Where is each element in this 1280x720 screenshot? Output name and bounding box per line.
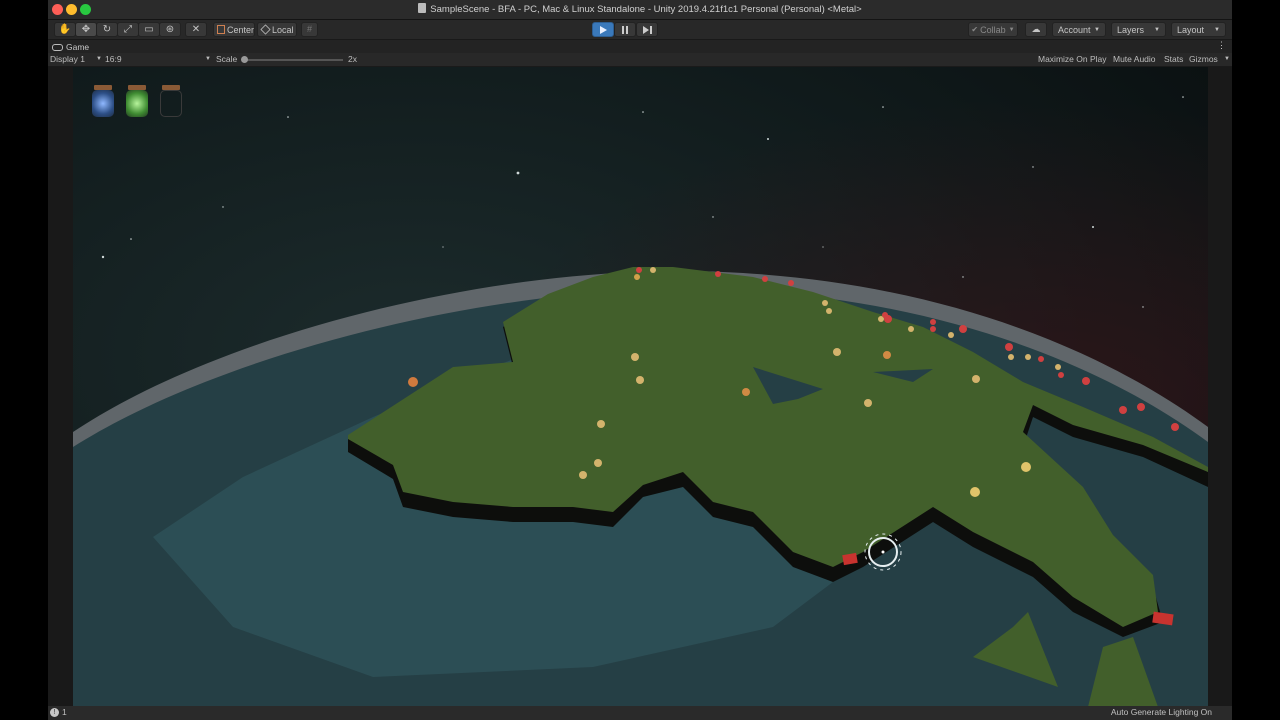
game-control-bar: Display 1 ▼ 16:9 ▼ Scale 2x Maximize On Pl… [48, 53, 1232, 67]
scale-slider-track[interactable] [243, 59, 343, 61]
layout-dropdown[interactable]: Layout ▼ [1171, 22, 1226, 37]
custom-tool-icon: ✕ [191, 23, 201, 35]
blue-jar-icon[interactable] [92, 85, 114, 117]
pause-icon [622, 25, 628, 34]
pivot-local-button[interactable]: Local [257, 22, 297, 37]
move-icon: ✥ [81, 23, 91, 35]
title-bar: SampleScene - BFA - PC, Mac & Linux Stan… [48, 0, 1232, 20]
grid-snap-button[interactable]: # [301, 22, 318, 37]
console-count: 1 [62, 707, 67, 717]
play-icon [600, 25, 607, 34]
hand-tool-button[interactable]: ✋ [54, 22, 76, 37]
pivot-label: Center [226, 24, 254, 35]
account-label: Account [1058, 24, 1091, 35]
layout-label: Layout [1177, 24, 1205, 35]
display-dropdown[interactable]: Display 1 ▼ [50, 54, 102, 64]
hand-icon: ✋ [58, 23, 72, 35]
aspect-label: 16:9 [105, 54, 122, 64]
rect-icon: ▭ [144, 23, 154, 35]
tab-game[interactable]: Game [52, 41, 89, 53]
layers-dropdown[interactable]: Layers ▼ [1111, 22, 1166, 37]
chevron-down-icon: ▼ [1008, 26, 1015, 33]
main-toolbar: ✋ ✥ ↻ ⤢ ▭ ⊛ ✕ Center Local # ✔ Collab ▼ ☁ … [48, 20, 1232, 39]
layers-label: Layers [1117, 24, 1145, 35]
space-label: Local [272, 24, 294, 35]
step-button[interactable] [636, 22, 658, 37]
window-title-container: SampleScene - BFA - PC, Mac & Linux Stan… [48, 3, 1232, 15]
tab-menu-icon[interactable]: ⋮ [1217, 40, 1226, 51]
display-label: Display 1 [50, 54, 85, 64]
mute-audio-toggle[interactable]: Mute Audio [1113, 54, 1156, 64]
scale-slider-handle[interactable] [241, 56, 248, 63]
green-jar-icon[interactable] [126, 85, 148, 117]
account-dropdown[interactable]: Account ▼ [1052, 22, 1106, 37]
custom-tool-button[interactable]: ✕ [185, 22, 207, 37]
gizmos-chevron-down-icon[interactable]: ▼ [1224, 56, 1230, 62]
auto-lighting-status[interactable]: Auto Generate Lighting On [1111, 707, 1212, 717]
pivot-center-button[interactable]: Center [213, 22, 255, 37]
rotate-tool-button[interactable]: ↻ [96, 22, 118, 37]
status-bar: ! 1 Auto Generate Lighting On [48, 706, 1232, 720]
cloud-icon: ☁ [1031, 24, 1041, 34]
scale-label: Scale [216, 54, 238, 64]
gizmos-toggle[interactable]: Gizmos [1189, 54, 1218, 64]
move-tool-button[interactable]: ✥ [75, 22, 97, 37]
scale-icon: ⤢ [124, 23, 132, 35]
step-icon [642, 25, 652, 34]
chevron-down-icon: ▼ [205, 56, 211, 62]
game-controller-icon [52, 43, 63, 51]
info-icon[interactable]: ! [50, 708, 59, 717]
scale-value: 2x [348, 54, 357, 64]
document-icon [418, 3, 427, 13]
stats-toggle[interactable]: Stats [1164, 54, 1183, 64]
chevron-down-icon: ▼ [96, 56, 102, 62]
collab-label: Collab [980, 24, 1006, 35]
local-cube-icon [260, 24, 271, 35]
rotate-icon: ↻ [102, 23, 112, 35]
transform-icon: ⊛ [165, 23, 175, 35]
center-pivot-icon [217, 25, 225, 34]
chevron-down-icon: ▼ [1094, 26, 1100, 33]
chevron-down-icon: ▼ [1154, 26, 1160, 33]
game-viewport[interactable] [73, 67, 1208, 707]
pause-button[interactable] [614, 22, 636, 37]
aspect-dropdown[interactable]: 16:9 ▼ [105, 54, 211, 64]
game-scene [73, 67, 1208, 707]
maximize-on-play-toggle[interactable]: Maximize On Play [1038, 54, 1107, 64]
game-tab-bar: Game ⋮ [48, 40, 1232, 53]
empty-jar-icon[interactable] [160, 85, 182, 117]
game-tab-label: Game [66, 42, 90, 52]
unity-editor-window: SampleScene - BFA - PC, Mac & Linux Stan… [48, 0, 1232, 720]
transform-tool-button[interactable]: ⊛ [159, 22, 181, 37]
play-button[interactable] [592, 22, 614, 37]
collab-dropdown[interactable]: ✔ Collab ▼ [968, 22, 1018, 37]
scale-tool-button[interactable]: ⤢ [117, 22, 139, 37]
cloud-button[interactable]: ☁ [1025, 22, 1047, 37]
chevron-down-icon: ▼ [1214, 26, 1220, 33]
collab-check-icon: ✔ [971, 25, 979, 34]
grid-snap-icon: # [306, 24, 312, 34]
window-title: SampleScene - BFA - PC, Mac & Linux Stan… [430, 4, 862, 15]
rect-tool-button[interactable]: ▭ [138, 22, 160, 37]
